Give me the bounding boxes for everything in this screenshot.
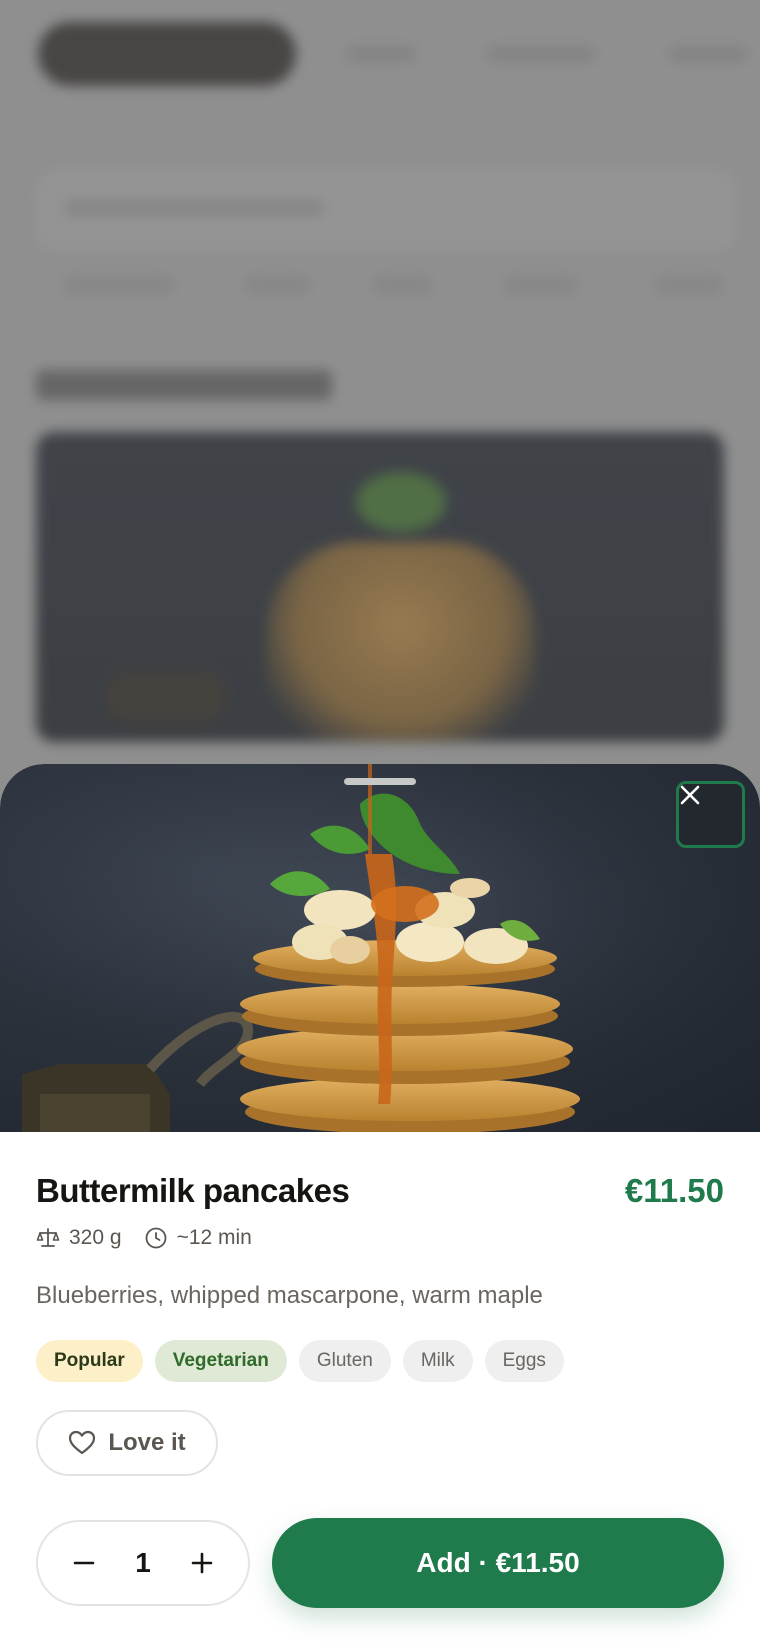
tag-vegetarian: Vegetarian [154,1340,287,1382]
weight-info: 320 g [36,1226,122,1250]
product-photo [0,764,760,1132]
product-price: €11.50 [624,1172,724,1209]
decrement-button[interactable] [66,1545,102,1581]
scale-icon [36,1228,60,1247]
tag-allergen-eggs: Eggs [484,1340,564,1382]
tag-allergen-milk: Milk [402,1340,473,1382]
pancake-stack-illustration [0,764,760,1132]
prep-time-value: ~12 min [176,1226,252,1249]
prep-time-info: ~12 min [144,1226,252,1250]
quantity-value: 1 [135,1547,151,1578]
product-meta: 320 g ~12 min [36,1226,274,1250]
close-icon [680,785,700,805]
increment-button[interactable] [184,1545,220,1581]
quantity-stepper: 1 [36,1520,250,1606]
close-button[interactable] [676,781,745,848]
product-description: Blueberries, whipped mascarpone, warm ma… [36,1282,543,1309]
love-it-label: Love it [108,1429,186,1456]
tag-allergen-gluten: Gluten [298,1340,391,1382]
love-it-button[interactable]: Love it [36,1410,218,1476]
heart-icon [69,1430,96,1455]
plus-icon [191,1552,213,1574]
tag-popular: Popular [36,1340,143,1382]
weight-value: 320 g [69,1226,122,1249]
add-to-order-button[interactable]: Add · €11.50 [272,1518,724,1608]
product-title: Buttermilk pancakes [36,1172,350,1209]
sheet-grabber-handle[interactable] [344,778,416,785]
product-detail-sheet: Buttermilk pancakes €11.50 320 g ~12 min… [0,764,760,1647]
tag-list: Popular Vegetarian Gluten Milk Eggs [36,1340,576,1382]
minus-icon [73,1561,95,1565]
clock-icon [145,1227,166,1249]
